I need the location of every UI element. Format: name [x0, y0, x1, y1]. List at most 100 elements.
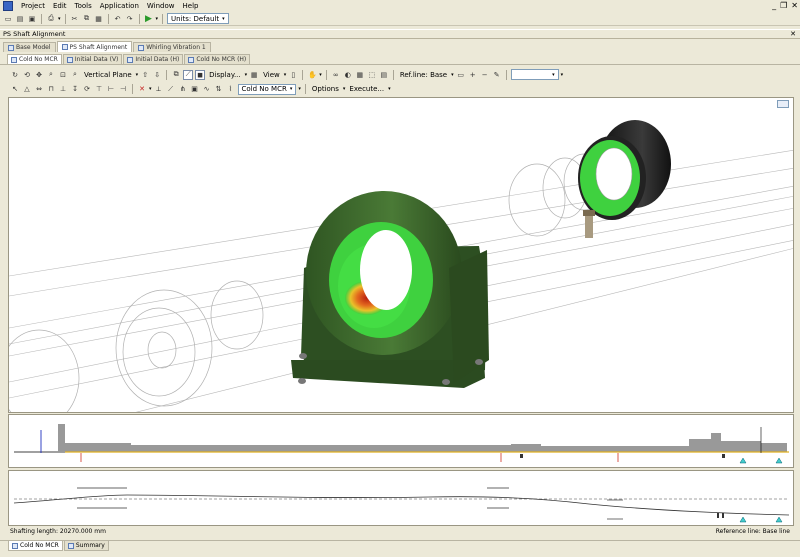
restore-icon[interactable]: ❐ — [780, 0, 787, 12]
layout-icon[interactable]: ▤ — [379, 70, 389, 80]
chevron-down-icon[interactable]: ▾ — [156, 16, 159, 22]
zoom-fit-icon[interactable]: ⌕ — [70, 70, 80, 80]
pointer-icon[interactable]: ↖ — [10, 84, 20, 94]
measure-icon[interactable]: ⟂ — [154, 84, 164, 94]
3d-viewport[interactable] — [8, 97, 794, 413]
moment-icon[interactable]: ⟳ — [82, 84, 92, 94]
display-button[interactable]: Display... — [207, 71, 242, 79]
chevron-down-icon[interactable]: ▾ — [319, 72, 322, 78]
view-icon[interactable]: ▦ — [249, 70, 259, 80]
menu-help[interactable]: Help — [179, 0, 203, 12]
plane-label[interactable]: Vertical Plane — [82, 71, 134, 79]
run-icon[interactable]: ▶ — [144, 14, 154, 24]
separator — [302, 69, 304, 80]
move-icon[interactable]: ⇔ — [34, 84, 44, 94]
copy-icon[interactable]: ⧉ — [82, 14, 92, 24]
delete-icon[interactable]: ✕ — [137, 84, 147, 94]
tab-summary[interactable]: Summary — [63, 541, 109, 551]
condition-combo[interactable]: Cold No MCR ▾ — [237, 83, 297, 95]
chevron-down-icon[interactable]: ▾ — [284, 72, 287, 78]
deflection-curve-panel[interactable] — [8, 470, 794, 526]
chevron-down-icon[interactable]: ▾ — [58, 16, 61, 22]
weight-icon[interactable]: ⊥ — [58, 84, 68, 94]
document-tabs: Base Model PS Shaft Alignment Whirling V… — [0, 40, 800, 52]
tab-whirling-vibration[interactable]: Whirling Vibration 1 — [133, 42, 211, 52]
tab-cold-no-mcr[interactable]: Cold No MCR — [7, 54, 62, 64]
zoom-icon[interactable]: ⌕ — [46, 70, 56, 80]
chevron-down-icon[interactable]: ▾ — [451, 72, 454, 78]
remove-icon[interactable]: − — [480, 70, 490, 80]
tab-ps-shaft-alignment[interactable]: PS Shaft Alignment — [56, 41, 133, 52]
refline-label[interactable]: Ref.line: Base — [398, 71, 449, 79]
tab-base-model[interactable]: Base Model — [3, 42, 56, 52]
tab-initial-data-h[interactable]: Initial Data (H) — [123, 54, 184, 64]
empty-combo[interactable]: ▾ — [510, 69, 559, 80]
menu-project[interactable]: Project — [17, 0, 49, 12]
chevron-down-icon[interactable]: ▾ — [245, 72, 248, 78]
copy-view-icon[interactable]: ⧉ — [171, 70, 181, 80]
edit-icon[interactable]: ✎ — [492, 70, 502, 80]
open-folder-icon[interactable]: ▤ — [15, 14, 25, 24]
select-box-icon[interactable]: ⬚ — [367, 70, 377, 80]
menu-edit[interactable]: Edit — [49, 0, 71, 12]
frame-icon[interactable]: ▯ — [288, 70, 298, 80]
shaded-icon[interactable]: ◼ — [195, 69, 206, 80]
chevron-down-icon[interactable]: ▾ — [561, 72, 564, 78]
separator — [304, 84, 306, 94]
hand-icon[interactable]: ✋ — [307, 70, 317, 80]
redo-icon[interactable]: ↷ — [125, 14, 135, 24]
chevron-down-icon[interactable]: ▾ — [343, 86, 346, 92]
zoom-window-icon[interactable]: ⊡ — [58, 70, 68, 80]
curve-icon[interactable]: ∿ — [202, 84, 212, 94]
folder-icon[interactable]: ▭ — [456, 70, 466, 80]
add-icon[interactable]: + — [468, 70, 478, 80]
palette-icon[interactable]: ◐ — [343, 70, 353, 80]
paste-icon[interactable]: ▦ — [94, 14, 104, 24]
wireframe-icon[interactable]: ⟋ — [183, 69, 194, 80]
rotate-icon[interactable]: ↻ — [10, 70, 20, 80]
tab-cold-no-mcr-h[interactable]: Cold No MCR (H) — [184, 54, 251, 64]
viewport-settings-icon[interactable] — [777, 100, 789, 108]
cut-icon[interactable]: ✂ — [70, 14, 80, 24]
shaft-schematic — [14, 424, 789, 464]
spring-icon[interactable]: ⌇ — [226, 84, 236, 94]
close-icon[interactable]: ✕ — [790, 30, 796, 39]
arrow-up-icon[interactable]: ⇧ — [140, 70, 150, 80]
link-icon[interactable]: ∞ — [331, 70, 341, 80]
arrow-down-icon[interactable]: ⇩ — [152, 70, 162, 80]
tab-initial-data-v[interactable]: Initial Data (V) — [62, 54, 123, 64]
shaft-schematic-panel[interactable] — [8, 414, 794, 468]
menu-tools[interactable]: Tools — [71, 0, 96, 12]
shape-icon[interactable]: △ — [22, 84, 32, 94]
element-icon[interactable]: ⊢ — [106, 84, 116, 94]
bearing-icon[interactable]: ⊓ — [46, 84, 56, 94]
support-icon[interactable]: ⊤ — [94, 84, 104, 94]
menu-application[interactable]: Application — [96, 0, 143, 12]
grid-icon[interactable]: ▦ — [355, 70, 365, 80]
tab-cold-no-mcr-bottom[interactable]: Cold No MCR — [8, 541, 63, 551]
execute-menu[interactable]: Execute... — [347, 85, 386, 93]
panel-title-bar: PS Shaft Alignment ✕ — [0, 29, 800, 39]
coupling-icon[interactable]: ⊣ — [118, 84, 128, 94]
undo-icon[interactable]: ↶ — [113, 14, 123, 24]
menu-window[interactable]: Window — [143, 0, 179, 12]
force-icon[interactable]: ↧ — [70, 84, 80, 94]
snap-icon[interactable]: ⋔ — [178, 84, 188, 94]
chevron-down-icon[interactable]: ▾ — [388, 86, 391, 92]
chevron-down-icon[interactable]: ▾ — [298, 86, 301, 92]
view-button[interactable]: View — [261, 71, 282, 79]
orbit-icon[interactable]: ⟲ — [22, 70, 32, 80]
chevron-down-icon[interactable]: ▾ — [149, 86, 152, 92]
save-icon[interactable]: ▣ — [27, 14, 37, 24]
pan-icon[interactable]: ✥ — [34, 70, 44, 80]
new-file-icon[interactable]: ▭ — [3, 14, 13, 24]
minimize-icon[interactable]: _ — [772, 0, 776, 12]
flip-icon[interactable]: ⇅ — [214, 84, 224, 94]
units-combo[interactable]: Units: Default ▾ — [167, 13, 229, 24]
disk-icon[interactable]: ▣ — [190, 84, 200, 94]
print-icon[interactable]: ⎙ — [46, 14, 56, 24]
chevron-down-icon[interactable]: ▾ — [136, 72, 139, 78]
close-icon[interactable]: ✕ — [791, 0, 798, 12]
ruler-icon[interactable]: ⟋ — [166, 84, 176, 94]
options-menu[interactable]: Options — [310, 85, 341, 93]
